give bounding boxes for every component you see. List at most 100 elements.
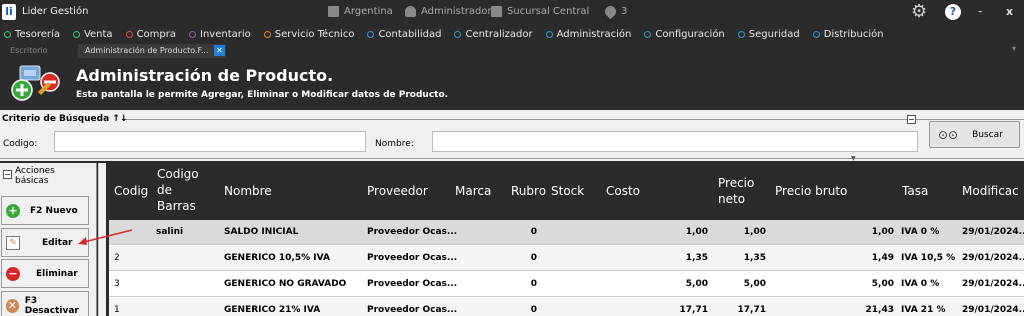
table-row[interactable]: 2 GENERICO 10,5% IVA Proveedor Ocas... 0 1,3… [109, 246, 1024, 271]
col-header-precio-bruto[interactable]: Precio bruto [775, 183, 847, 199]
menu-item-10[interactable]: Distribución [812, 28, 884, 40]
product-admin-icon [11, 65, 60, 101]
cell-stock: 0 [530, 279, 537, 289]
col-header-precio-neto-l1: Precio [718, 176, 755, 190]
col-header-codigo-barras-l3: Barras [157, 199, 196, 213]
menu-item-label: Distribución [823, 28, 884, 40]
cell-neto: 5,00 [743, 279, 766, 289]
search-panel-bottom [0, 158, 1024, 159]
col-header-rubro[interactable]: Rubro [511, 183, 546, 199]
new-button-label: F2 Nuevo [30, 205, 78, 216]
menu-item-3[interactable]: Inventario [189, 29, 251, 40]
tab-product-admin[interactable]: Administración de Producto.F... [78, 44, 226, 58]
actions-title-line2: básicas [15, 176, 49, 186]
cell-nombre: GENERICO NO GRAVADO [224, 279, 347, 289]
chevron-down-icon[interactable]: ▼ [851, 155, 861, 162]
app-logo-icon: li [2, 4, 16, 20]
delete-button-label: Eliminar [36, 268, 78, 279]
col-header-codigo[interactable]: Codig [114, 183, 148, 199]
menu-item-label: Administración [556, 28, 632, 40]
close-button[interactable]: x [1006, 5, 1013, 18]
menu-item-2[interactable]: Compra [125, 29, 176, 40]
cell-bruto: 5,00 [871, 279, 894, 289]
code-input[interactable] [54, 131, 366, 152]
minimize-button[interactable]: - [978, 4, 982, 18]
tab-close-button[interactable]: ✕ [214, 45, 225, 56]
search-button[interactable]: ⊙⊙ Buscar [929, 121, 1020, 148]
gear-icon[interactable]: ⚙ [911, 3, 929, 21]
name-label: Nombre: [375, 139, 414, 149]
name-input[interactable] [432, 131, 918, 152]
table-row[interactable]: salini SALDO INICIAL Proveedor Ocas... 0 1,0… [109, 220, 1024, 245]
table-row[interactable]: 3 GENERICO NO GRAVADO Proveedor Ocas... 0 5,… [109, 272, 1024, 297]
menu-dot-icon [737, 30, 745, 38]
search-button-label: Buscar [972, 129, 1003, 140]
country-indicator[interactable]: Argentina [328, 6, 393, 17]
chevron-down-icon[interactable]: ▾ [1012, 44, 1016, 53]
code-label: Codigo: [3, 139, 38, 149]
menu-dot-icon [125, 30, 133, 38]
col-header-proveedor[interactable]: Proveedor [367, 183, 428, 199]
cell-mod: 29/01/2024... [962, 279, 1024, 289]
menu-dot-icon [189, 30, 196, 38]
cell-tasa: IVA 0 % [901, 279, 940, 289]
cell-tasa: IVA 10,5 % [901, 253, 956, 263]
cell-codigo: 1 [114, 305, 120, 315]
menu-item-5[interactable]: Contabilidad [367, 29, 441, 40]
col-header-costo[interactable]: Costo [606, 183, 640, 199]
help-button[interactable]: ? [945, 4, 961, 20]
cell-neto: 1,35 [743, 253, 766, 263]
cell-stock: 0 [530, 305, 537, 315]
delete-button[interactable]: − Eliminar [1, 259, 89, 288]
search-collapse-button[interactable]: − [907, 115, 916, 124]
edit-button-label: Editar [42, 237, 73, 248]
cell-costo: 1,00 [685, 227, 708, 237]
menu-item-7[interactable]: Administración [545, 28, 632, 40]
cell-proveedor: Proveedor Ocas... [367, 279, 458, 289]
col-header-precio-neto[interactable]: Precio neto [718, 175, 754, 207]
search-panel-border [123, 119, 1024, 120]
menu-item-9[interactable]: Seguridad [737, 28, 800, 40]
menu-dot-icon [545, 30, 553, 38]
menu-dot-icon [72, 30, 80, 38]
col-header-codigo-barras[interactable]: Codigo de Barras [157, 166, 199, 214]
menu-item-6[interactable]: Centralizador [454, 29, 533, 40]
col-header-tasa[interactable]: Tasa [902, 183, 928, 199]
menu-item-8[interactable]: Configuración [644, 29, 725, 40]
col-header-marca[interactable]: Marca [455, 183, 491, 199]
branch-indicator[interactable]: Sucursal Central [491, 6, 589, 17]
actions-title-line1: Acciones [15, 166, 55, 176]
menu-item-1[interactable]: Venta [72, 28, 113, 40]
app-title: Lider Gestión [22, 6, 89, 17]
menu-dot-icon [4, 30, 11, 38]
cell-nombre: SALDO INICIAL [224, 227, 299, 237]
location-indicator[interactable]: 3 [602, 3, 627, 20]
col-header-nombre[interactable]: Nombre [224, 183, 272, 199]
cell-bruto: 1,00 [871, 227, 894, 237]
cell-tasa: IVA 21 % [901, 305, 946, 315]
tab-desktop[interactable]: Escritorio [10, 46, 48, 55]
actions-header[interactable]: − Acciones básicas [3, 166, 55, 186]
menu-item-label: Venta [83, 28, 113, 40]
deactivate-icon: ✕ [6, 298, 19, 313]
menu-dot-icon [367, 30, 375, 38]
map-pin-icon [602, 3, 619, 20]
menu-item-label: Seguridad [748, 28, 800, 40]
user-indicator[interactable]: Administrador [405, 6, 492, 17]
col-header-codigo-barras-l2: de [157, 183, 172, 197]
new-button[interactable]: + F2 Nuevo [1, 196, 89, 225]
menu-item-label: Contabilidad [378, 28, 442, 40]
edit-document-icon: ✎ [6, 235, 20, 250]
table-row[interactable]: 1 GENERICO 21% IVA Proveedor Ocas... 0 17,71… [109, 298, 1024, 316]
cell-bruto: 21,43 [865, 305, 894, 315]
menu-item-label: Tesorería [15, 28, 60, 40]
cell-bruto: 1,49 [871, 253, 894, 263]
menu-item-4[interactable]: Servicio Técnico [263, 29, 354, 40]
deactivate-button[interactable]: ✕ F3 Desactivar [1, 291, 89, 316]
binoculars-icon: ⊙⊙ [938, 127, 959, 142]
menu-dot-icon [644, 30, 652, 38]
menu-item-0[interactable]: Tesorería [4, 29, 60, 40]
col-header-stock[interactable]: Stock [551, 183, 584, 199]
col-header-modificacion[interactable]: Modificac [962, 183, 1019, 199]
deactivate-button-label: F3 Desactivar [24, 295, 79, 316]
